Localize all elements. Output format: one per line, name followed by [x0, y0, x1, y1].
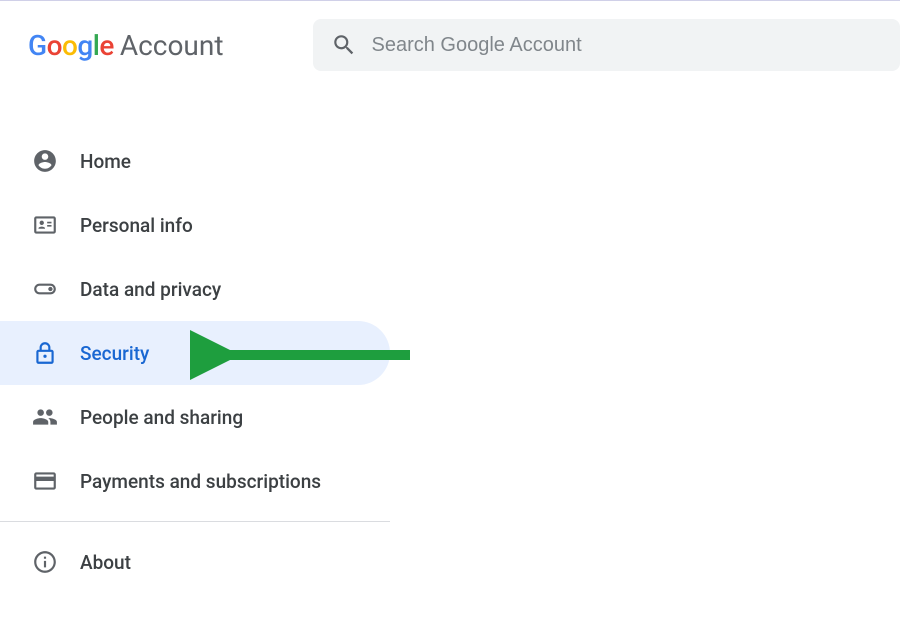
- sidebar-item-personal-info[interactable]: Personal info: [0, 193, 390, 257]
- id-card-icon: [32, 212, 58, 238]
- sidebar-item-label: Payments and subscriptions: [80, 470, 321, 493]
- divider: [0, 521, 390, 522]
- account-circle-icon: [32, 148, 58, 174]
- search-input[interactable]: [371, 34, 882, 57]
- header: Google Account: [0, 1, 900, 89]
- sidebar-item-label: About: [80, 551, 131, 574]
- sidebar-item-label: Data and privacy: [80, 278, 221, 301]
- sidebar-item-label: Security: [80, 342, 149, 365]
- logo[interactable]: Google Account: [28, 29, 223, 62]
- sidebar-item-security[interactable]: Security: [0, 321, 390, 385]
- sidebar-item-data-privacy[interactable]: Data and privacy: [0, 257, 390, 321]
- info-icon: [32, 549, 58, 575]
- sidebar-item-people-sharing[interactable]: People and sharing: [0, 385, 390, 449]
- search-bar[interactable]: [313, 19, 900, 71]
- credit-card-icon: [32, 468, 58, 494]
- sidebar-item-label: Personal info: [80, 214, 193, 237]
- sidebar-item-label: People and sharing: [80, 406, 243, 429]
- sidebar-item-label: Home: [80, 150, 131, 173]
- lock-icon: [32, 340, 58, 366]
- product-name: Account: [120, 29, 224, 62]
- toggle-icon: [32, 276, 58, 302]
- sidebar-item-payments[interactable]: Payments and subscriptions: [0, 449, 390, 513]
- search-icon: [331, 32, 357, 58]
- google-wordmark: Google: [28, 29, 114, 62]
- sidebar-item-about[interactable]: About: [0, 530, 390, 594]
- people-icon: [32, 404, 58, 430]
- sidebar-nav: Home Personal info Data and privacy Secu…: [0, 89, 390, 594]
- sidebar-item-home[interactable]: Home: [0, 129, 390, 193]
